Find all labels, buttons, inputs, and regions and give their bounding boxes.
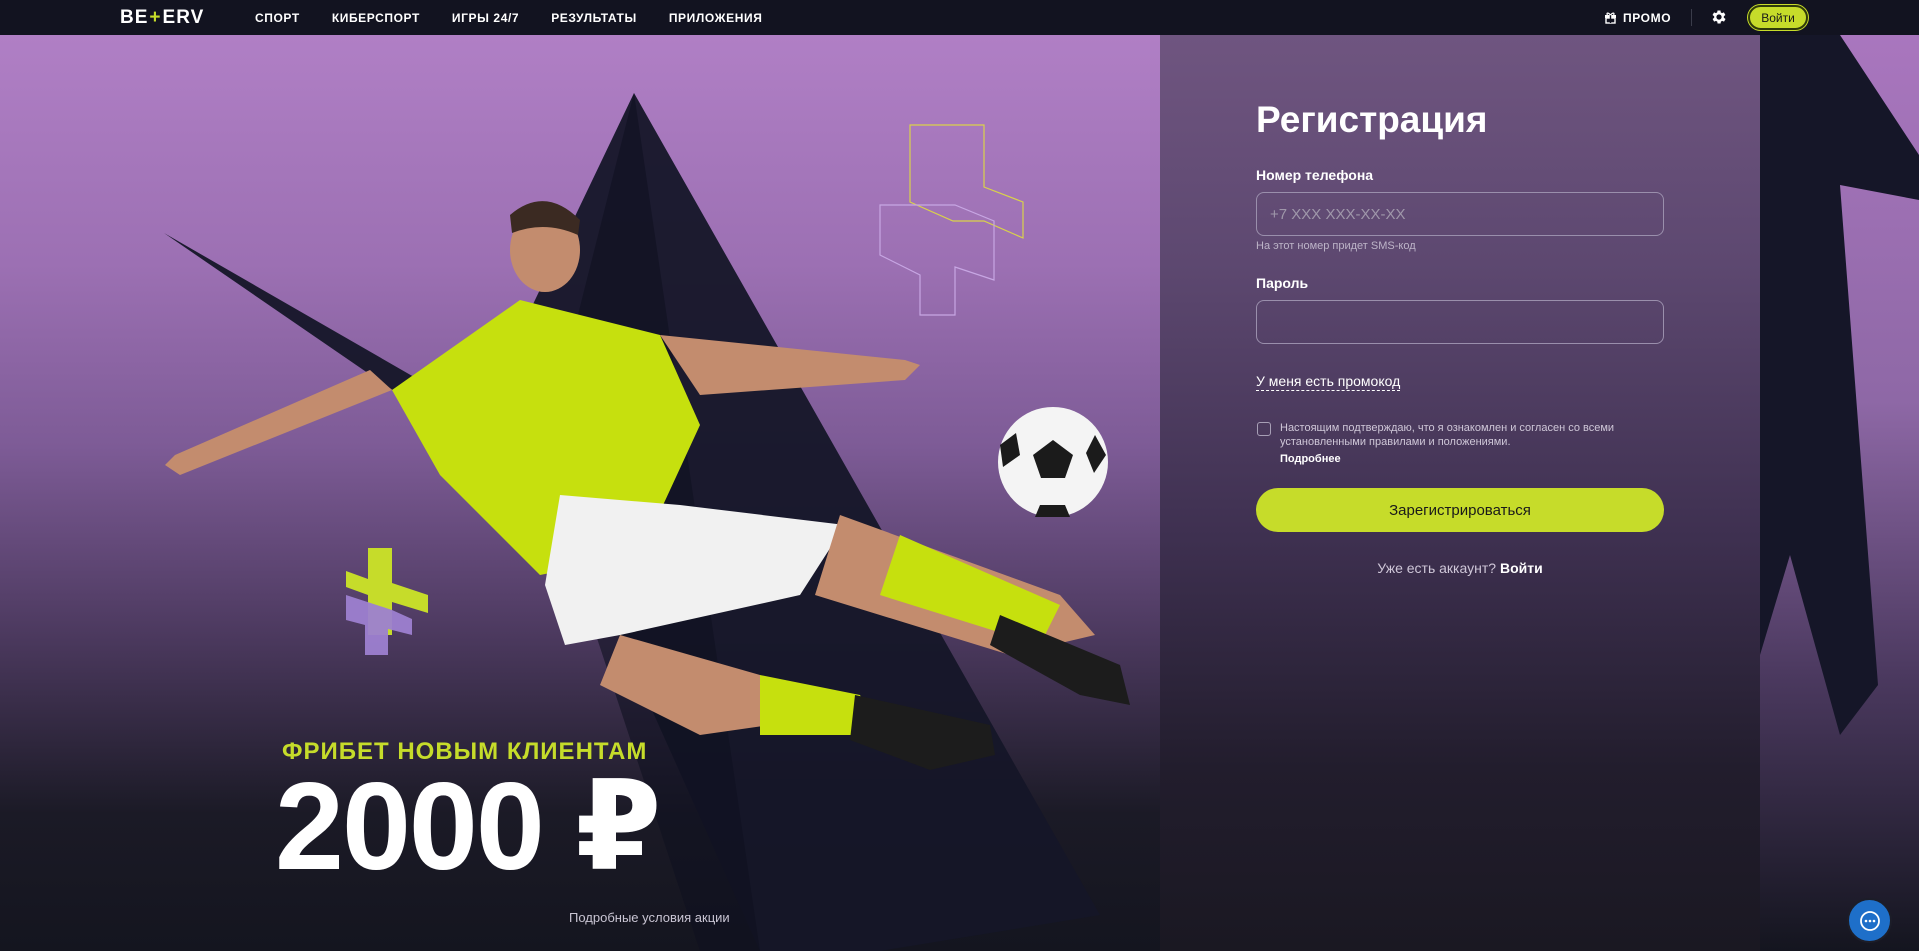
nav-item-results[interactable]: РЕЗУЛЬТАТЫ xyxy=(551,11,637,25)
logo-plus: + xyxy=(149,7,162,28)
promo-link[interactable]: ПРОМО xyxy=(1604,0,1671,35)
chat-icon xyxy=(1859,910,1880,931)
hero-right-artwork xyxy=(1760,35,1919,951)
gear-icon[interactable] xyxy=(1710,8,1728,26)
password-input[interactable] xyxy=(1256,300,1664,344)
register-button[interactable]: Зарегистрироваться xyxy=(1256,488,1664,532)
logo-text-right: ERV xyxy=(162,7,205,28)
registration-title: Регистрация xyxy=(1256,99,1488,140)
promo-label: ПРОМО xyxy=(1623,10,1672,25)
registration-panel: Регистрация Номер телефона На этот номер… xyxy=(1160,35,1760,951)
nav-divider xyxy=(1691,9,1692,26)
promo-hero: ФРИБЕТ НОВЫМ КЛИЕНТАМ 2000 ₽ Подробные у… xyxy=(0,35,1160,951)
nav-item-sport[interactable]: СПОРТ xyxy=(255,11,300,25)
promo-code-link[interactable]: У меня есть промокод xyxy=(1256,373,1401,391)
panel-login-link[interactable]: Войти xyxy=(1500,560,1543,576)
nav-item-games[interactable]: ИГРЫ 24/7 xyxy=(452,11,519,25)
have-account-text: Уже есть аккаунт? xyxy=(1377,560,1497,576)
password-label: Пароль xyxy=(1256,275,1309,291)
nav-item-apps[interactable]: ПРИЛОЖЕНИЯ xyxy=(669,11,763,25)
promo-terms-link[interactable]: Подробные условия акции xyxy=(569,910,730,925)
nav-item-esports[interactable]: КИБЕРСПОРТ xyxy=(332,11,420,25)
login-button[interactable]: Войти xyxy=(1748,5,1808,30)
chat-button[interactable] xyxy=(1847,898,1892,943)
phone-input[interactable] xyxy=(1256,192,1664,236)
right-lightning-shape xyxy=(1760,35,1919,735)
phone-hint: На этот номер придет SMS-код xyxy=(1256,240,1416,252)
main-nav: СПОРТ КИБЕРСПОРТ ИГРЫ 24/7 РЕЗУЛЬТАТЫ ПР… xyxy=(255,0,762,35)
betterv-logo[interactable]: BE + ERV xyxy=(120,7,205,28)
terms-more-link[interactable]: Подробнее xyxy=(1280,453,1341,465)
terms-agreement-text: Настоящим подтверждаю, что я ознакомлен … xyxy=(1280,422,1615,448)
have-account-row: Уже есть аккаунт? Войти xyxy=(1256,560,1664,576)
offer-amount: 2000 ₽ xyxy=(275,758,662,896)
phone-label: Номер телефона xyxy=(1256,167,1374,183)
top-navigation: BE + ERV СПОРТ КИБЕРСПОРТ ИГРЫ 24/7 РЕЗУЛЬ… xyxy=(0,0,1919,35)
gift-icon xyxy=(1605,12,1616,24)
logo-text-left: BE xyxy=(120,7,149,28)
terms-checkbox[interactable] xyxy=(1257,422,1271,436)
